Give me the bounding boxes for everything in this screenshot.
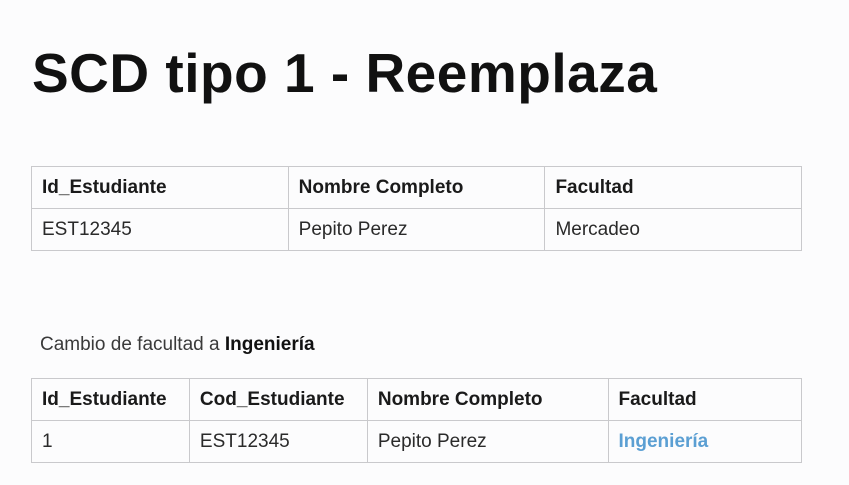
table-row: EST12345 Pepito Perez Mercadeo xyxy=(31,208,802,251)
change-note: Cambio de facultad a Ingeniería xyxy=(40,332,315,358)
cell-facultad: Mercadeo xyxy=(544,208,802,251)
page-title: SCD tipo 1 - Reemplaza xyxy=(32,42,658,104)
cell-id-estudiante: 1 xyxy=(31,420,190,463)
column-header-nombre-completo: Nombre Completo xyxy=(366,378,609,421)
table-header-row: Id_Estudiante Cod_Estudiante Nombre Comp… xyxy=(31,378,802,421)
cell-cod-estudiante: EST12345 xyxy=(188,420,368,463)
table-row: 1 EST12345 Pepito Perez Ingeniería xyxy=(31,420,802,463)
cell-id-estudiante: EST12345 xyxy=(31,208,289,251)
table-after-change: Id_Estudiante Cod_Estudiante Nombre Comp… xyxy=(31,378,802,463)
column-header-id-estudiante: Id_Estudiante xyxy=(31,378,190,421)
column-header-nombre-completo: Nombre Completo xyxy=(287,166,546,209)
column-header-cod-estudiante: Cod_Estudiante xyxy=(188,378,368,421)
table-header-row: Id_Estudiante Nombre Completo Facultad xyxy=(31,166,802,209)
column-header-facultad: Facultad xyxy=(544,166,802,209)
cell-nombre-completo: Pepito Perez xyxy=(287,208,546,251)
slide: SCD tipo 1 - Reemplaza Id_Estudiante Nom… xyxy=(0,0,849,485)
cell-facultad-updated: Ingeniería xyxy=(607,420,802,463)
change-note-text: Cambio de facultad a xyxy=(40,334,220,355)
cell-nombre-completo: Pepito Perez xyxy=(366,420,609,463)
column-header-id-estudiante: Id_Estudiante xyxy=(31,166,289,209)
change-note-value: Ingeniería xyxy=(224,334,315,355)
table-before-change: Id_Estudiante Nombre Completo Facultad E… xyxy=(31,166,802,251)
column-header-facultad: Facultad xyxy=(607,378,802,421)
